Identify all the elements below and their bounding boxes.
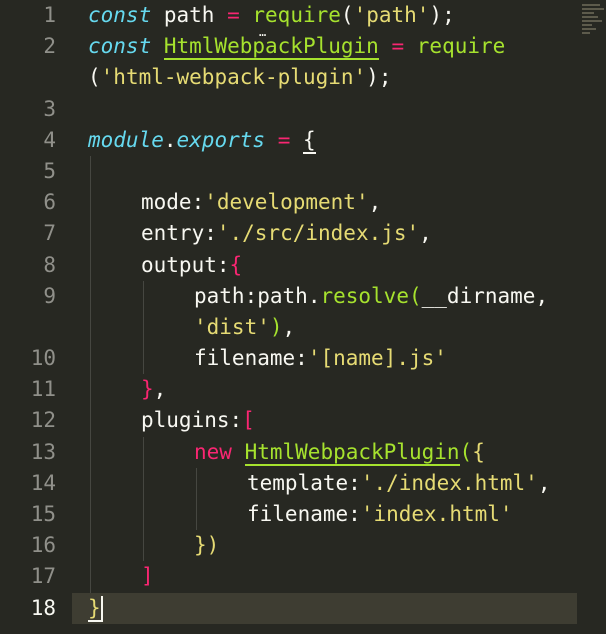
- class-identifier: HtmlWebpackPlugin: [163, 34, 379, 60]
- code-line-1: const path = require('path');: [88, 3, 455, 27]
- code-line-2-wrap: ('html-webpack-plugin');: [88, 65, 392, 89]
- line-number-current: 18: [30, 596, 56, 620]
- line-number: 17: [30, 564, 56, 588]
- code-line-11: },: [141, 377, 167, 401]
- code-line-15: filename:'index.html': [247, 502, 513, 526]
- code-area[interactable]: const path = require('path'); const Html…: [88, 0, 576, 634]
- line-number: 16: [30, 533, 56, 557]
- code-line-7: entry:'./src/index.js',: [141, 221, 432, 245]
- code-line-10: filename:'[name].js': [194, 346, 447, 370]
- string-literal: 'path': [353, 3, 430, 27]
- warning-marker: …: [259, 25, 268, 39]
- keyword-const: const: [88, 34, 152, 58]
- line-number: 1: [43, 3, 56, 27]
- line-number: 9: [43, 284, 56, 308]
- line-number: 4: [43, 128, 56, 152]
- line-number: 12: [30, 408, 56, 432]
- line-number: 14: [30, 471, 56, 495]
- line-number: 11: [30, 377, 56, 401]
- line-number: 10: [30, 346, 56, 370]
- text-cursor: [101, 596, 103, 622]
- line-number: 5: [43, 159, 56, 183]
- code-line-16: }): [194, 533, 220, 557]
- line-number: 3: [43, 97, 56, 121]
- line-number: 2: [43, 34, 56, 58]
- code-line-12: plugins:[: [141, 408, 255, 432]
- string-literal: 'html-webpack-plugin': [100, 65, 367, 89]
- code-line-14: template:'./index.html',: [247, 471, 551, 495]
- code-line-6: mode:'development',: [141, 190, 382, 214]
- matched-brace: }: [88, 596, 101, 622]
- line-number: 8: [43, 253, 56, 277]
- code-line-8: output:{: [141, 253, 243, 277]
- keyword-const: const: [88, 3, 152, 27]
- matched-brace: {: [303, 128, 316, 154]
- line-number: 15: [30, 502, 56, 526]
- line-number: 7: [43, 221, 56, 245]
- require-call: require: [416, 34, 506, 58]
- line-number: 6: [43, 190, 56, 214]
- code-line-4: module.exports = {: [88, 128, 316, 154]
- code-line-9-wrap: 'dist'),: [194, 315, 296, 339]
- code-line-13: new HtmlWebpackPlugin({: [194, 440, 485, 466]
- require-call: require: [252, 3, 341, 27]
- code-line-18: }: [88, 593, 101, 624]
- minimap[interactable]: [582, 4, 604, 44]
- code-line-2: const HtmlWebpackPlugin = require: [88, 34, 506, 60]
- code-line-17: ]: [141, 564, 154, 588]
- line-number: 13: [30, 440, 56, 464]
- code-line-9: path:path.resolve(__dirname,: [194, 284, 549, 308]
